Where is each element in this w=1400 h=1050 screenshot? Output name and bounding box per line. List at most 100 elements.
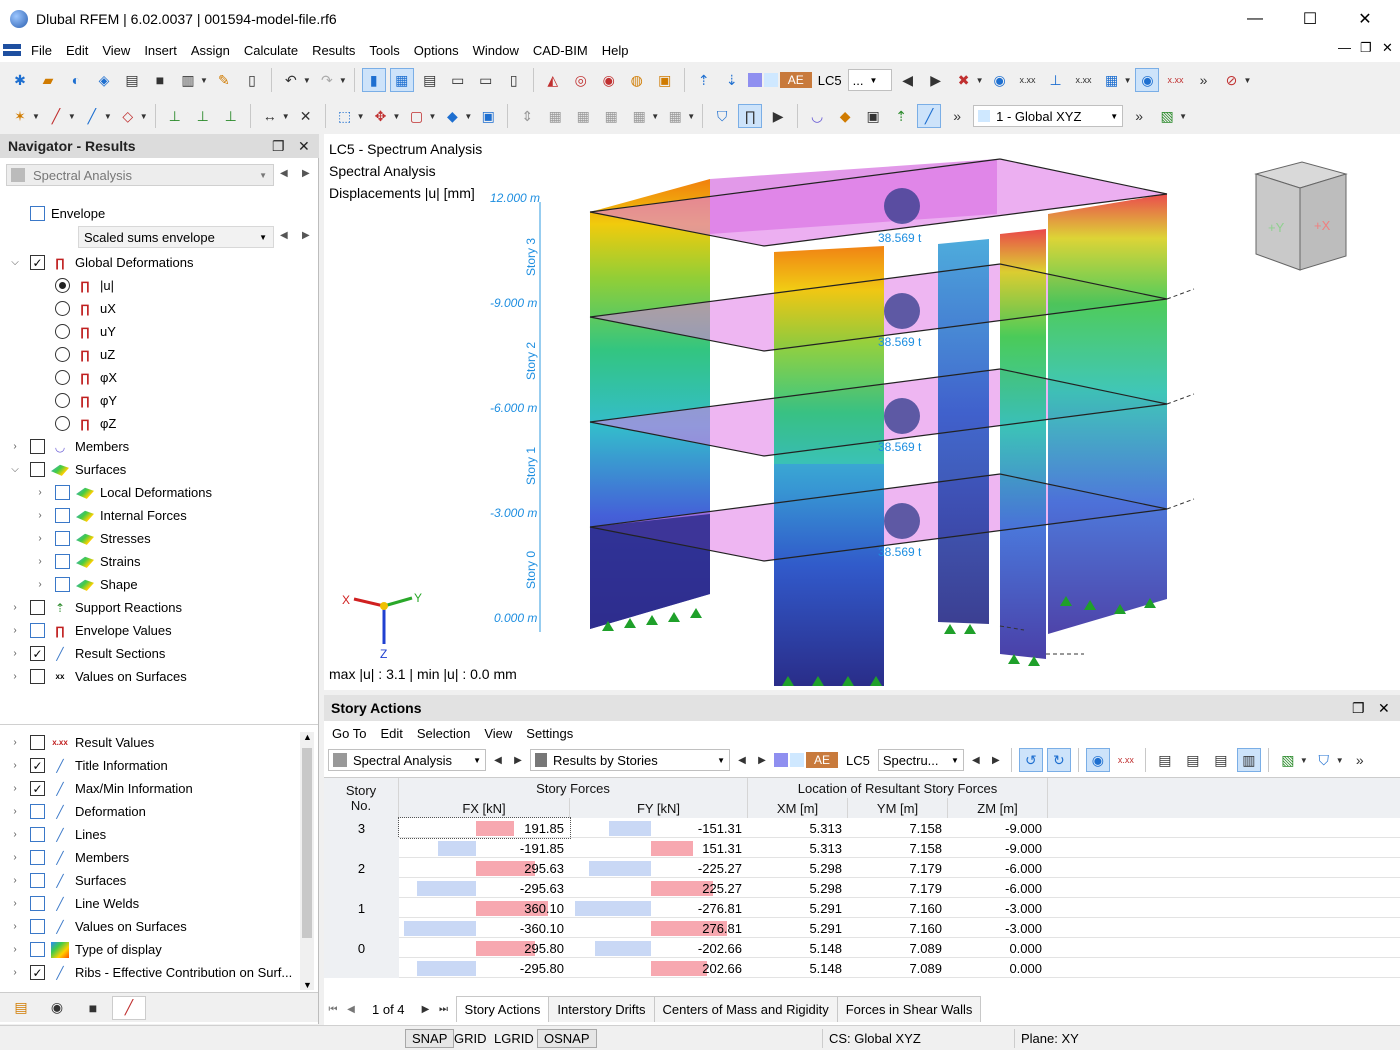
- load-case-selector[interactable]: AE LC5 ... ▼: [747, 69, 892, 91]
- panel-more-icon[interactable]: »: [1348, 748, 1372, 772]
- table-cell-story[interactable]: [324, 838, 399, 858]
- display-item-members[interactable]: › ╱ Members: [8, 846, 129, 869]
- nav-item-checkbox[interactable]: [55, 485, 70, 500]
- table-cell-xm[interactable]: 5.298: [748, 878, 848, 898]
- grid5-icon[interactable]: ▦: [663, 104, 687, 128]
- deformation-option[interactable]: ∏ uY: [55, 320, 116, 343]
- table-cell-fy[interactable]: -225.27: [570, 858, 748, 878]
- table-cell-fy[interactable]: 276.81: [570, 918, 748, 938]
- expand-chevron-icon[interactable]: ›: [8, 671, 22, 682]
- menu-view[interactable]: View: [95, 43, 137, 58]
- table-cell-fx[interactable]: 295.80: [399, 938, 570, 958]
- envelope-row[interactable]: Envelope: [30, 202, 105, 225]
- deformation-option[interactable]: ∏ uZ: [55, 343, 115, 366]
- table-cell-xm[interactable]: 5.298: [748, 858, 848, 878]
- deformation-option[interactable]: ∏ |u|: [55, 274, 114, 297]
- nav-item-checkbox[interactable]: [55, 508, 70, 523]
- display-item-values-on-surfaces[interactable]: › ╱ Values on Surfaces: [8, 915, 187, 938]
- nav-item-checkbox[interactable]: [30, 669, 45, 684]
- deformation-radio[interactable]: [55, 324, 70, 339]
- deformation-radio[interactable]: [55, 370, 70, 385]
- comment-icon[interactable]: ✕: [294, 104, 318, 128]
- display-item-line-welds[interactable]: › ╱ Line Welds: [8, 892, 139, 915]
- surface-results-icon[interactable]: ◆: [833, 104, 857, 128]
- list-icon[interactable]: ▯: [502, 68, 526, 92]
- table-cell-zm[interactable]: 0.000: [948, 938, 1048, 958]
- grid-toggle[interactable]: GRID: [448, 1029, 493, 1048]
- panel-menu-go-to[interactable]: Go To: [332, 726, 366, 741]
- next-page-icon[interactable]: ▶: [417, 997, 435, 1021]
- nav-item-checkbox[interactable]: [55, 577, 70, 592]
- snap-icon[interactable]: ⇕: [515, 104, 539, 128]
- expand-chevron-icon[interactable]: ›: [8, 602, 22, 613]
- deformation-radio[interactable]: [55, 393, 70, 408]
- display-item-checkbox[interactable]: ✓: [30, 781, 45, 796]
- expand-chevron-icon[interactable]: ›: [8, 783, 22, 794]
- navigator-close-icon[interactable]: ✕: [298, 138, 310, 155]
- expand-chevron-icon[interactable]: ›: [33, 533, 47, 544]
- deformation-option[interactable]: ∏ φZ: [55, 412, 116, 435]
- values-icon[interactable]: x.xx: [1016, 68, 1040, 92]
- display-item-surfaces[interactable]: › ╱ Surfaces: [8, 869, 126, 892]
- envelope-next-icon[interactable]: ▶: [302, 230, 310, 241]
- app-menu-icon[interactable]: [0, 38, 24, 62]
- table-cell-zm[interactable]: -3.000: [948, 898, 1048, 918]
- prev-lc-icon[interactable]: ◀: [896, 68, 920, 92]
- grid-results-icon[interactable]: ▦: [1100, 68, 1124, 92]
- save-icon[interactable]: ■: [148, 68, 172, 92]
- dlubal-center-icon[interactable]: ◐: [64, 68, 88, 92]
- nav-item-surfaces[interactable]: ⌵ Surfaces: [8, 458, 126, 481]
- menu-results[interactable]: Results: [305, 43, 362, 58]
- table-cell-xm[interactable]: 5.291: [748, 918, 848, 938]
- table-cell-story[interactable]: 2: [324, 858, 399, 878]
- table-cell-ym[interactable]: 7.179: [848, 878, 948, 898]
- collapse-chevron-icon[interactable]: ⌵: [8, 257, 22, 268]
- panel-results-combo[interactable]: Results by Stories ▼: [530, 749, 730, 771]
- table-cell-xm[interactable]: 5.291: [748, 898, 848, 918]
- panel-table3-icon[interactable]: ▤: [1209, 748, 1233, 772]
- first-page-icon[interactable]: ⏮: [324, 997, 342, 1021]
- nav-item-checkbox[interactable]: [30, 462, 45, 477]
- display-item-checkbox[interactable]: [30, 850, 45, 865]
- support-icon[interactable]: ⊥: [163, 104, 187, 128]
- expand-chevron-icon[interactable]: ›: [8, 852, 22, 863]
- display-item-lines[interactable]: › ╱ Lines: [8, 823, 106, 846]
- envelope-prev-icon[interactable]: ◀: [280, 230, 288, 241]
- menu-edit[interactable]: Edit: [59, 43, 95, 58]
- expand-chevron-icon[interactable]: ›: [8, 441, 22, 452]
- table-cell-fx[interactable]: 360.10: [399, 898, 570, 918]
- solid-icon[interactable]: ◆: [440, 104, 464, 128]
- table-cell-fy[interactable]: -202.66: [570, 938, 748, 958]
- expand-chevron-icon[interactable]: ›: [33, 510, 47, 521]
- table-cell-fy[interactable]: 225.27: [570, 878, 748, 898]
- expand-chevron-icon[interactable]: ›: [8, 760, 22, 771]
- open-folder-icon[interactable]: ▰: [36, 68, 60, 92]
- prev-page-icon[interactable]: ◀: [342, 997, 360, 1021]
- load-up-icon[interactable]: ⇡: [692, 68, 716, 92]
- display-item-result-values[interactable]: › x.xx Result Values: [8, 731, 154, 754]
- more3-icon[interactable]: »: [1127, 104, 1151, 128]
- expand-chevron-icon[interactable]: ›: [33, 556, 47, 567]
- expand-chevron-icon[interactable]: ›: [8, 898, 22, 909]
- move-icon[interactable]: ✥: [369, 104, 393, 128]
- panel-eye-icon[interactable]: ◉: [1085, 748, 1110, 772]
- tab-story-actions[interactable]: Story Actions: [455, 996, 550, 1022]
- panel-prev1-icon[interactable]: ◀: [490, 748, 506, 772]
- table-cell-ym[interactable]: 7.158: [848, 818, 948, 838]
- deform-display-icon[interactable]: ∏: [738, 104, 763, 128]
- display-item-deformation[interactable]: › ╱ Deformation: [8, 800, 146, 823]
- menu-calculate[interactable]: Calculate: [237, 43, 305, 58]
- eye-results-icon[interactable]: ◉: [1135, 68, 1160, 92]
- expand-chevron-icon[interactable]: ›: [8, 921, 22, 932]
- calc-target-icon[interactable]: ◉: [597, 68, 621, 92]
- panel-next3-icon[interactable]: ▶: [988, 748, 1004, 772]
- dimension-icon[interactable]: ↔: [258, 104, 282, 128]
- tab-forces-in-shear-walls[interactable]: Forces in Shear Walls: [836, 996, 982, 1022]
- menu-cad-bim[interactable]: CAD-BIM: [526, 43, 595, 58]
- redo-icon[interactable]: ↷: [315, 68, 339, 92]
- nav-item-envelope-values[interactable]: › ∏ Envelope Values: [8, 619, 172, 642]
- more2-icon[interactable]: »: [945, 104, 969, 128]
- tab-interstory-drifts[interactable]: Interstory Drifts: [548, 996, 655, 1022]
- table-cell-ym[interactable]: 7.089: [848, 938, 948, 958]
- node-icon[interactable]: ✶: [8, 104, 32, 128]
